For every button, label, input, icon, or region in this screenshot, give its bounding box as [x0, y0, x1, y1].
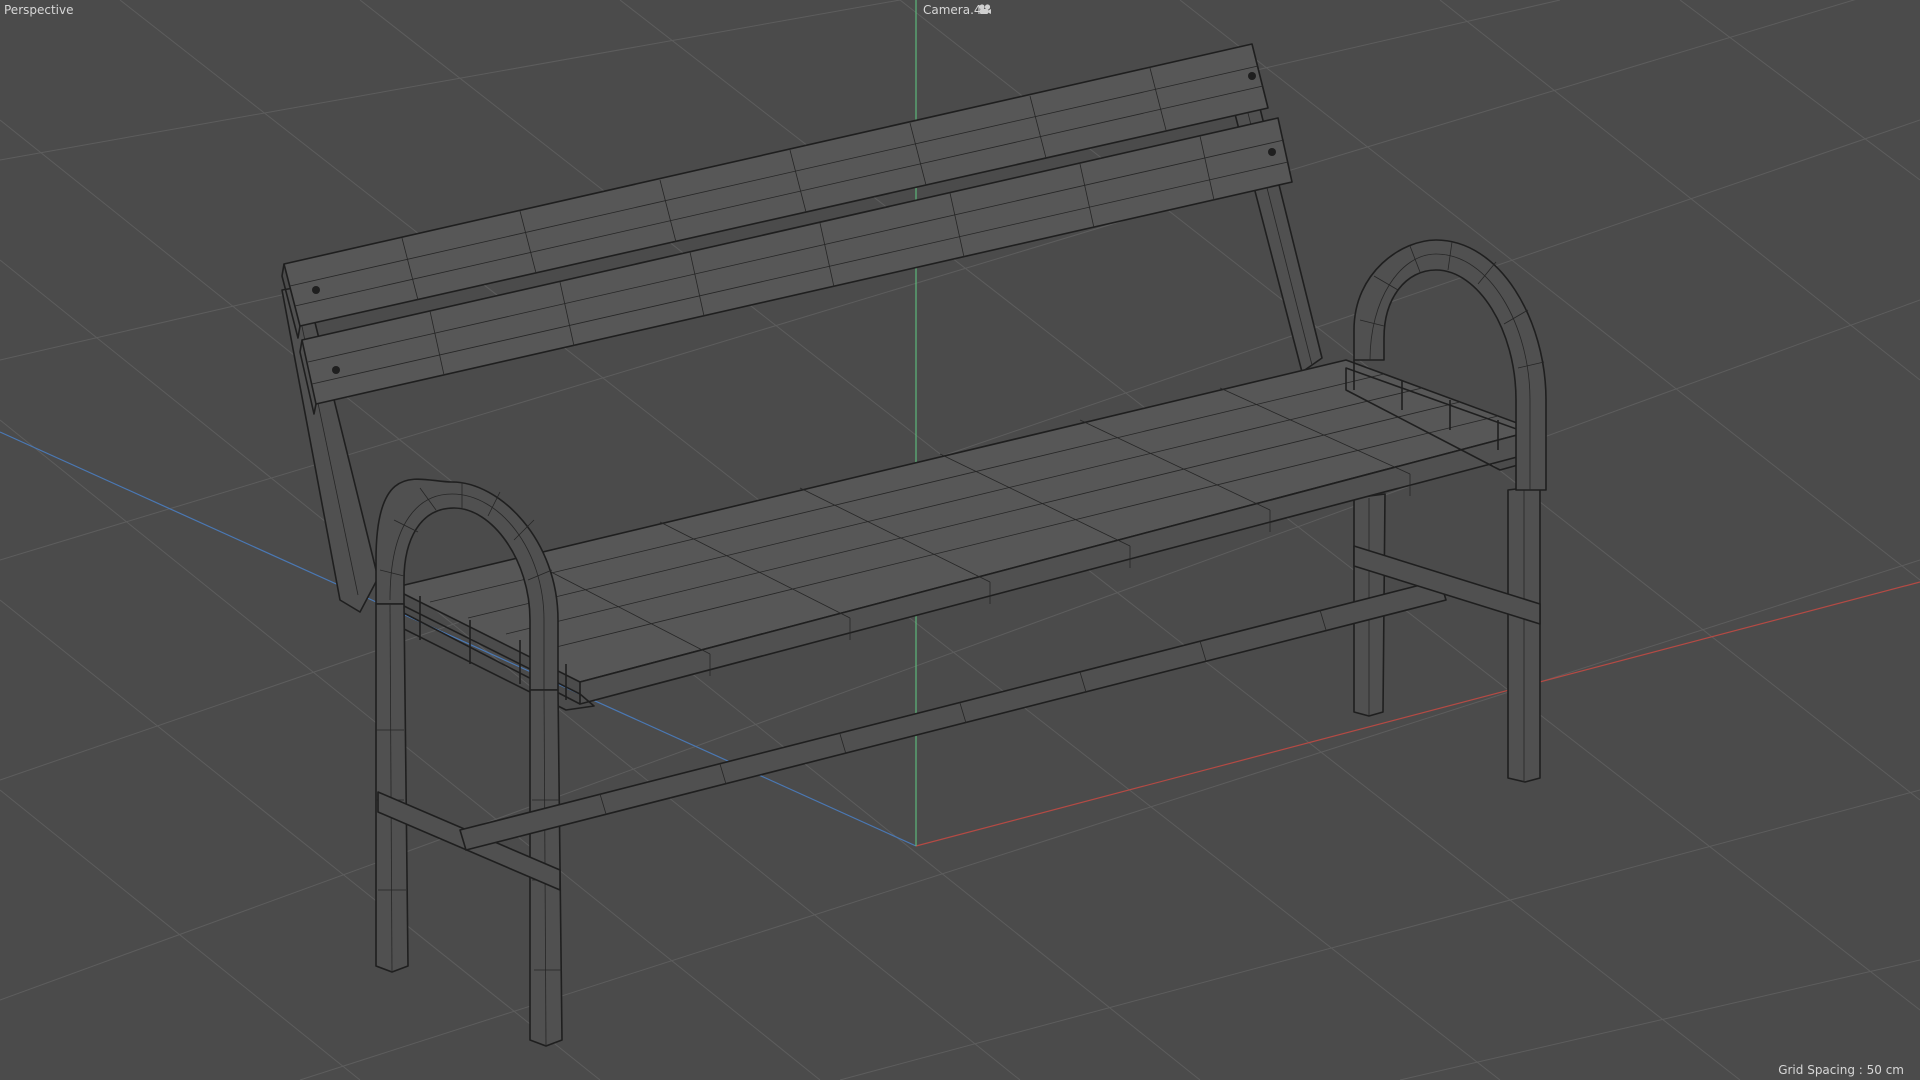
rear-right-leg[interactable]: [1353, 485, 1541, 783]
bench-model[interactable]: [281, 43, 1547, 1047]
camera-icon[interactable]: [978, 3, 992, 15]
grid-spacing-readout: Grid Spacing : 50 cm: [1778, 1063, 1904, 1077]
active-camera-name[interactable]: Camera.4: [923, 3, 982, 17]
x-axis-line: [915, 581, 1920, 847]
viewport-view-name[interactable]: Perspective: [4, 3, 74, 17]
viewport-canvas[interactable]: [0, 0, 1920, 1080]
3d-viewport[interactable]: Perspective Camera.4 Grid Spacing : 50 c…: [0, 0, 1920, 1080]
